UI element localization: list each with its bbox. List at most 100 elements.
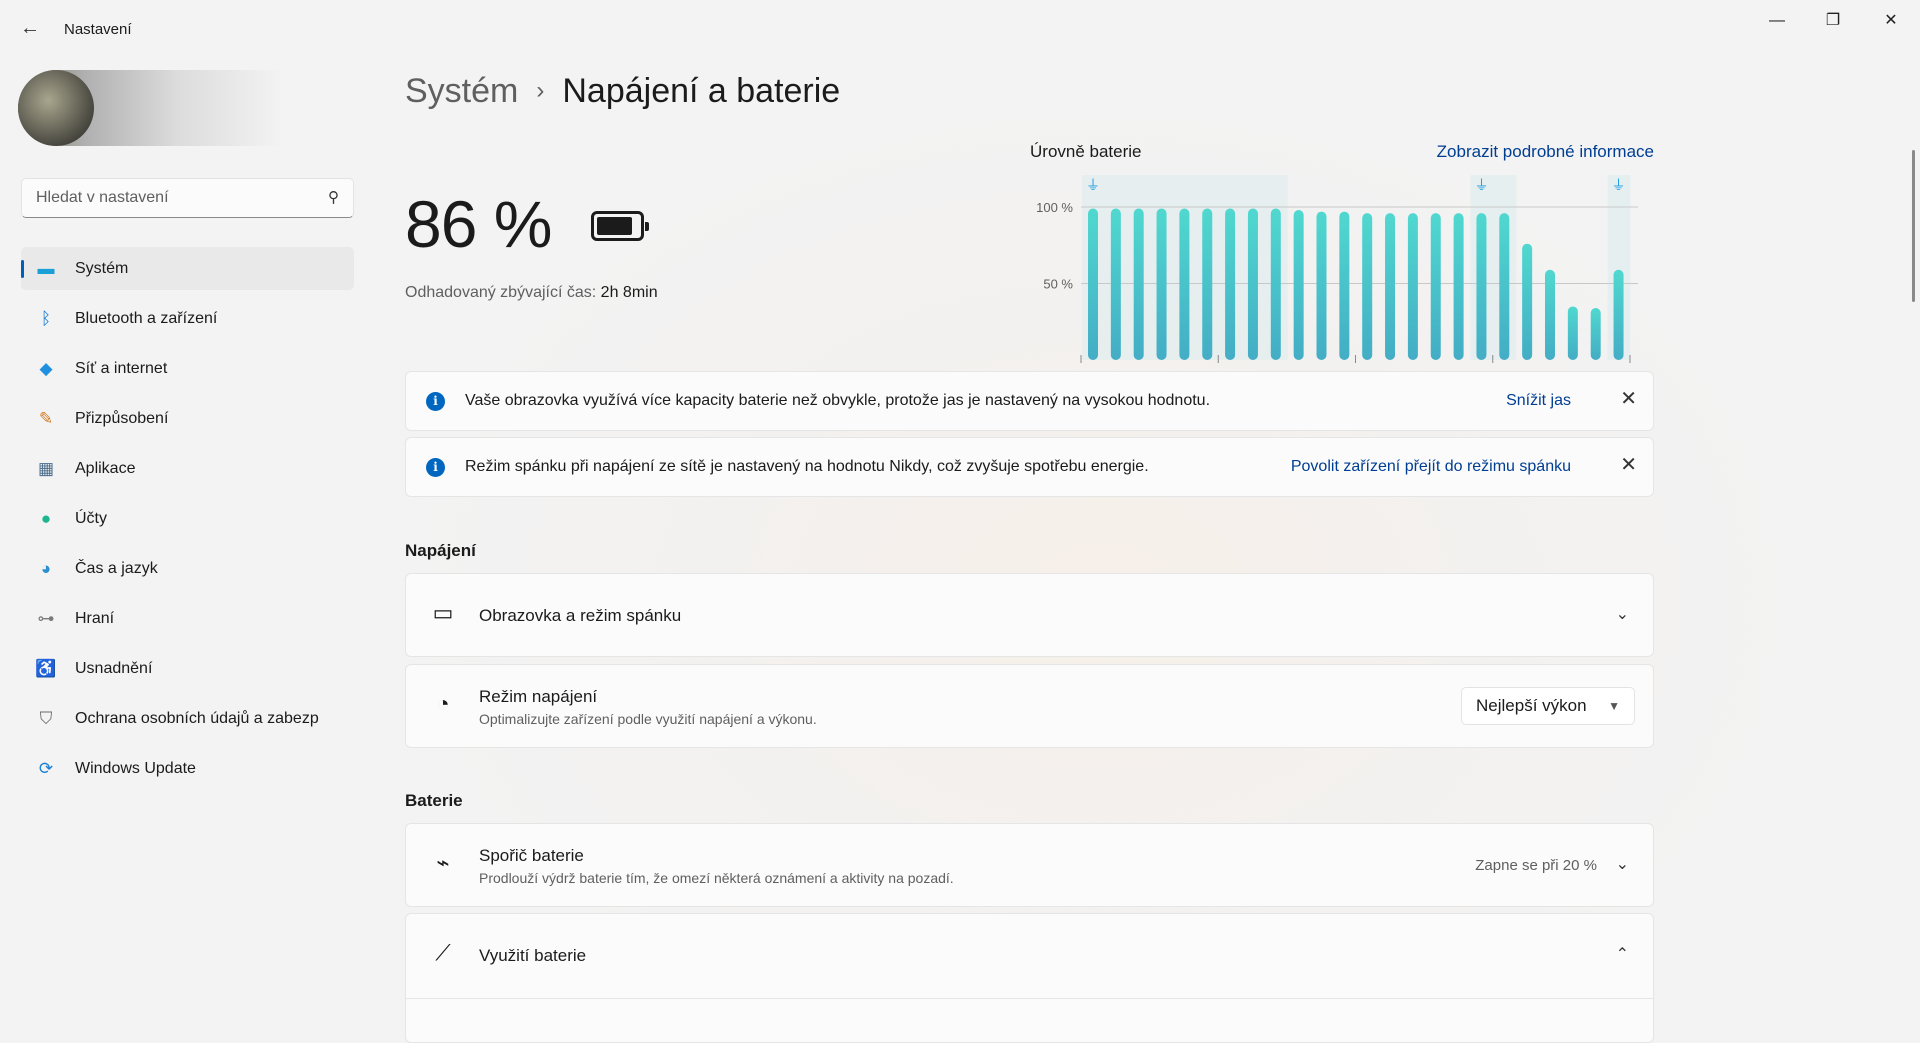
y-tick-label: 50 %: [1043, 277, 1073, 292]
sidebar-item-4[interactable]: ▦ Aplikace: [21, 447, 354, 490]
estimated-time: Odhadovaný zbývající čas: 2h 8min: [405, 284, 658, 302]
reduce-brightness-link[interactable]: Snížit jas: [1506, 392, 1571, 410]
power-mode-dropdown[interactable]: Nejlepší výkon ▼: [1461, 687, 1635, 725]
bar-16: [1453, 213, 1464, 360]
divider: [406, 998, 1653, 999]
sidebar-item-label: Přizpůsobení: [75, 410, 169, 427]
wifi-icon: ◆: [39, 359, 53, 378]
bar-19: [1522, 243, 1533, 360]
bar-12: [1362, 213, 1373, 360]
bar-5: [1202, 208, 1213, 360]
restore-button[interactable]: ❐: [1810, 6, 1856, 36]
sidebar-item-0[interactable]: ▬ Systém: [21, 247, 354, 290]
sidebar-item-8[interactable]: ♿ Usnadnění: [21, 647, 354, 690]
dropdown-value: Nejlepší výkon: [1476, 696, 1587, 715]
sidebar-item-label: Usnadnění: [75, 660, 153, 677]
bar-8: [1270, 208, 1281, 360]
shield-icon: ⛉: [39, 709, 53, 728]
battery-saver-icon: ⌁: [436, 850, 450, 875]
screen-sleep-icon: ▭: [432, 600, 454, 625]
sidebar-item-3[interactable]: ✎ Přizpůsobení: [21, 397, 354, 440]
sidebar-item-7[interactable]: ⊶ Hraní: [21, 597, 354, 640]
bar-21: [1567, 306, 1578, 360]
bar-18: [1499, 213, 1510, 360]
sidebar-item-label: Systém: [75, 260, 129, 277]
app-title: Nastavení: [64, 21, 132, 38]
monitor-icon: ▬: [37, 259, 55, 278]
breadcrumb-parent[interactable]: Systém: [405, 72, 518, 110]
sidebar-item-5[interactable]: ● Účty: [21, 497, 354, 540]
bar-23: [1613, 269, 1624, 360]
sidebar-item-9[interactable]: ⛉ Ochrana osobních údajů a zabezp: [21, 697, 354, 740]
battery-percent: 86 %: [405, 187, 552, 261]
gauge-icon: ◔: [436, 691, 450, 716]
plug-icon: ⏚: [1086, 177, 1100, 193]
battery-usage-row[interactable]: ⟋ Využití baterie ⌃: [405, 913, 1654, 1043]
user-avatar[interactable]: [18, 70, 282, 146]
chevron-down-icon: ▼: [1608, 699, 1620, 713]
screen-sleep-row[interactable]: ▭ Obrazovka a režim spánku ⌄: [405, 573, 1654, 657]
bar-9: [1293, 210, 1304, 360]
row-subtitle: Prodlouží výdrž baterie tím, že omezí ně…: [479, 870, 954, 886]
battery-icon: [591, 211, 649, 241]
sidebar-item-label: Ochrana osobních údajů a zabezp: [75, 710, 319, 727]
bar-7: [1247, 208, 1258, 360]
power-mode-row: ◔ Režim napájení Optimalizujte zařízení …: [405, 664, 1654, 748]
close-icon[interactable]: ✕: [1620, 386, 1637, 411]
bar-15: [1430, 213, 1441, 360]
bar-1: [1110, 208, 1121, 360]
y-tick-label: 100 %: [1036, 200, 1073, 215]
saver-status: Zapne se při 20 %: [1475, 857, 1597, 874]
chevron-right-icon: ›: [536, 77, 545, 104]
sidebar-item-label: Účty: [75, 510, 107, 527]
bar-4: [1179, 208, 1190, 360]
minimize-button[interactable]: —: [1754, 6, 1800, 36]
details-link[interactable]: Zobrazit podrobné informace: [1437, 142, 1654, 162]
search-input[interactable]: Hledat v nastavení ⚲: [21, 178, 354, 218]
row-title: Využití baterie: [479, 946, 587, 965]
search-icon: ⚲: [328, 189, 339, 206]
brush-icon: ✎: [38, 409, 54, 428]
battery-heading: Baterie: [405, 791, 463, 810]
sidebar-item-label: Síť a internet: [75, 360, 168, 377]
info-icon: i: [426, 392, 445, 411]
close-button[interactable]: ✕: [1868, 6, 1914, 36]
chevron-down-icon[interactable]: ⌄: [1616, 604, 1629, 624]
notice-sleep: i Režim spánku při napájení ze sítě je n…: [405, 437, 1654, 497]
bluetooth-icon: ᛒ: [40, 309, 52, 328]
apps-icon: ▦: [37, 459, 55, 478]
bar-10: [1316, 211, 1327, 360]
notice-text: Vaše obrazovka využívá více kapacity bat…: [465, 392, 1211, 409]
accessibility-icon: ♿: [35, 659, 57, 678]
sidebar-item-10[interactable]: ⟳ Windows Update: [21, 747, 354, 790]
search-placeholder: Hledat v nastavení: [36, 189, 169, 206]
chevron-down-icon[interactable]: ⌄: [1616, 854, 1629, 874]
breadcrumb: Systém › Napájení a baterie: [405, 72, 840, 111]
chart-title: Úrovně baterie: [1030, 142, 1142, 161]
sidebar-item-6[interactable]: ◕ Čas a jazyk: [21, 547, 354, 590]
sidebar-item-1[interactable]: ᛒ Bluetooth a zařízení: [21, 297, 354, 340]
estimate-label: Odhadovaný zbývající čas:: [405, 284, 597, 301]
chevron-up-icon[interactable]: ⌃: [1616, 944, 1629, 964]
back-button[interactable]: ←: [20, 18, 42, 40]
bar-3: [1156, 208, 1167, 360]
allow-sleep-link[interactable]: Povolit zařízení přejít do režimu spánku: [1291, 458, 1571, 476]
scrollbar[interactable]: [1912, 150, 1915, 302]
notice-text: Režim spánku při napájení ze sítě je nas…: [465, 458, 1149, 475]
bar-14: [1407, 213, 1418, 360]
sidebar-item-2[interactable]: ◆ Síť a internet: [21, 347, 354, 390]
bar-11: [1339, 211, 1350, 360]
row-subtitle: Optimalizujte zařízení podle využití nap…: [479, 711, 817, 727]
close-icon[interactable]: ✕: [1620, 452, 1637, 477]
battery-saver-row[interactable]: ⌁ Spořič baterie Prodlouží výdrž baterie…: [405, 823, 1654, 907]
update-icon: ⟳: [38, 759, 54, 778]
gamepad-icon: ⊶: [37, 609, 55, 628]
page-title: Napájení a baterie: [562, 72, 841, 110]
bar-22: [1590, 307, 1601, 360]
plug-icon: ⏚: [1474, 177, 1488, 193]
bar-6: [1225, 208, 1236, 360]
bar-17: [1476, 213, 1487, 360]
bar-0: [1088, 208, 1098, 360]
clock-globe-icon: ◕: [40, 559, 52, 578]
sidebar-item-label: Bluetooth a zařízení: [75, 310, 218, 327]
